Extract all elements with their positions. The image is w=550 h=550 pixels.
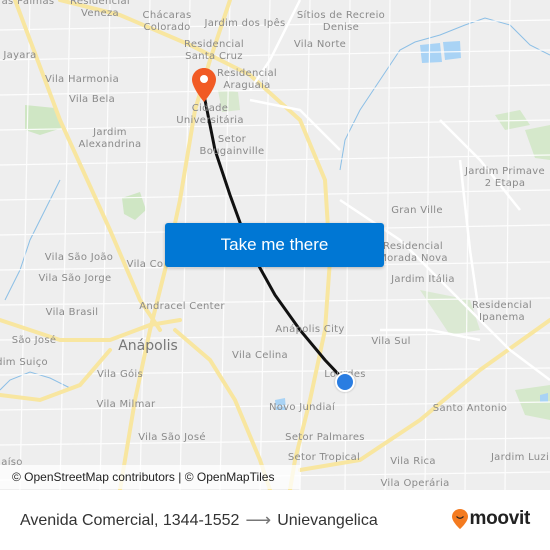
map-label: as Palmas	[1, 0, 55, 7]
map-label: Vila Brasil	[45, 307, 99, 318]
map-label: Residencial Araguaia	[217, 68, 277, 91]
map-label: Vila São João	[44, 252, 114, 263]
map-label: Gran Ville	[391, 205, 443, 216]
map-label: Jayara	[3, 50, 37, 61]
map-label: Novo Jundiaí	[268, 402, 336, 413]
map-label: Vila Operária	[380, 478, 450, 489]
map-label: Vila São José	[138, 432, 206, 443]
map-label: Jardim Itália	[391, 274, 455, 285]
map-label: Residencial Veneza	[70, 0, 130, 19]
map-label: Chácaras Colorado	[142, 10, 192, 33]
map-label: Jardim Luzi	[490, 452, 550, 463]
map-label: Santo Antonio	[432, 403, 508, 414]
origin-name: Avenida Comercial, 1344-1552	[20, 511, 240, 529]
map-label: Jardim Alexandrina	[78, 127, 142, 150]
map-label: Cidade Universitária	[176, 103, 244, 126]
map-label: Anápolis City	[275, 324, 345, 335]
map-label: Jardim Primave 2 Etapa	[465, 166, 545, 189]
map-label: Setor Tropical	[287, 452, 361, 463]
footer-bar: Avenida Comercial, 1344-1552 ⟶ Unievange…	[0, 490, 550, 550]
map-label: Vila São Jorge	[38, 273, 112, 284]
map-label: Residencial Morada Nova	[378, 241, 448, 264]
map-label: Jardim dos Ipês	[204, 18, 286, 29]
take-me-there-button[interactable]: Take me there	[165, 223, 384, 267]
map-label: dim Suiço	[0, 357, 48, 368]
map-label: Vila Sul	[371, 336, 411, 347]
map-label: Vila Harmonia	[44, 74, 120, 85]
map-label: Vila Milmar	[96, 399, 156, 410]
moovit-wordmark: moovit	[469, 508, 531, 529]
map-label: Vila Co	[126, 259, 164, 270]
park-area	[122, 192, 146, 220]
map-view[interactable]: as Palmas Residencial Veneza Chácaras Colora…	[0, 0, 550, 490]
route-summary: Avenida Comercial, 1344-1552 ⟶ Unievange…	[20, 510, 378, 531]
water-body	[443, 41, 461, 60]
arrow-right-icon: ⟶	[245, 510, 272, 530]
water-body	[420, 43, 442, 63]
map-label: Vila Norte	[293, 39, 347, 50]
river	[339, 17, 550, 171]
map-label: Sítios de Recreio Denise	[296, 10, 386, 33]
map-attribution: © OpenStreetMap contributors | © OpenMap…	[0, 465, 300, 489]
map-label: Vila Celina	[232, 350, 288, 361]
map-label: Setor Bougainville	[199, 134, 265, 157]
map-label: Residencial Ipanema	[472, 300, 532, 323]
city-label: Anápolis	[118, 338, 178, 354]
map-label: Vila Góis	[96, 369, 144, 380]
destination-name: Unievangelica	[277, 511, 378, 529]
map-label: Residencial Santa Cruz	[184, 39, 244, 62]
moovit-logo[interactable]: moovit	[451, 508, 531, 530]
map-label: Setor Palmares	[285, 432, 365, 443]
map-label: Andracel Center	[139, 301, 225, 312]
moovit-pin-icon	[451, 509, 468, 529]
destination-pin-icon[interactable]	[192, 68, 216, 102]
origin-dot-icon[interactable]	[335, 372, 355, 392]
map-label: Vila Rica	[390, 456, 436, 467]
map-label: São José	[11, 335, 57, 346]
map-label: Vila Bela	[68, 94, 116, 105]
